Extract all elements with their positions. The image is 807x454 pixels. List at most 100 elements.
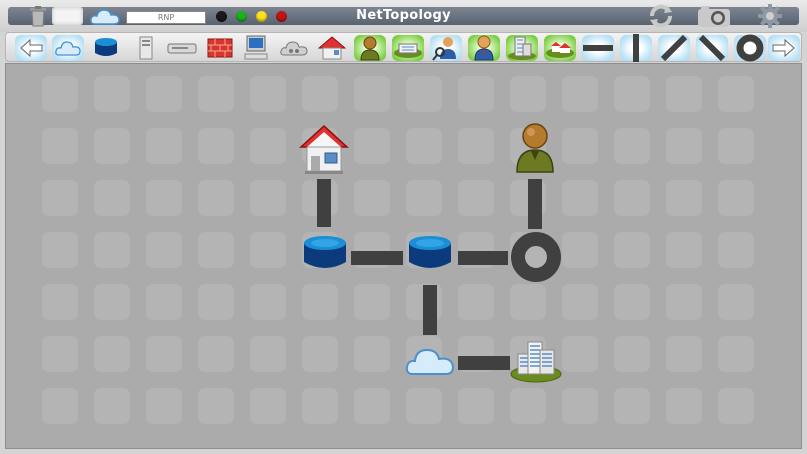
- tool-link-vertical[interactable]: [620, 34, 652, 62]
- grid-cell[interactable]: [458, 284, 494, 320]
- grid-cell[interactable]: [614, 128, 650, 164]
- link-database-ring[interactable]: [458, 251, 508, 265]
- grid-cell[interactable]: [614, 388, 650, 424]
- tool-village[interactable]: [544, 35, 576, 61]
- grid-cell[interactable]: [718, 284, 754, 320]
- grid-cell[interactable]: [666, 180, 702, 216]
- grid-cell[interactable]: [302, 388, 338, 424]
- tool-database[interactable]: [90, 35, 122, 61]
- grid-cell[interactable]: [354, 336, 390, 372]
- grid-cell[interactable]: [666, 232, 702, 268]
- grid-cell[interactable]: [666, 76, 702, 112]
- grid-cell[interactable]: [562, 388, 598, 424]
- grid-cell[interactable]: [406, 76, 442, 112]
- scroll-right-button[interactable]: [768, 35, 800, 61]
- tool-ring[interactable]: [734, 34, 766, 62]
- grid-cell[interactable]: [42, 232, 78, 268]
- grid-cell[interactable]: [510, 284, 546, 320]
- node-database-2[interactable]: [407, 234, 453, 276]
- grid-cell[interactable]: [250, 284, 286, 320]
- topology-canvas[interactable]: [5, 63, 802, 449]
- tool-cloud[interactable]: [52, 35, 84, 61]
- grid-cell[interactable]: [406, 128, 442, 164]
- tool-link-diagonal-down[interactable]: [696, 34, 728, 62]
- grid-cell[interactable]: [250, 336, 286, 372]
- grid-cell[interactable]: [458, 76, 494, 112]
- grid-cell[interactable]: [458, 180, 494, 216]
- grid-cell[interactable]: [198, 284, 234, 320]
- grid-cell[interactable]: [250, 388, 286, 424]
- camera-icon[interactable]: [697, 4, 731, 28]
- grid-cell[interactable]: [302, 76, 338, 112]
- grid-cell[interactable]: [42, 128, 78, 164]
- grid-cell[interactable]: [250, 180, 286, 216]
- grid-cell[interactable]: [666, 336, 702, 372]
- grid-cell[interactable]: [562, 284, 598, 320]
- link-database-cloud[interactable]: [423, 285, 437, 335]
- grid-cell[interactable]: [94, 232, 130, 268]
- tool-user-search[interactable]: [430, 35, 462, 61]
- grid-cell[interactable]: [198, 336, 234, 372]
- grid-cell[interactable]: [562, 180, 598, 216]
- grid-cell[interactable]: [302, 336, 338, 372]
- grid-cell[interactable]: [94, 128, 130, 164]
- tool-router[interactable]: [166, 35, 198, 61]
- tool-link-diagonal-up[interactable]: [658, 34, 690, 62]
- grid-cell[interactable]: [146, 284, 182, 320]
- grid-cell[interactable]: [146, 128, 182, 164]
- link-database-database[interactable]: [351, 251, 403, 265]
- tool-link-horizontal[interactable]: [582, 35, 614, 61]
- link-user-ring[interactable]: [528, 179, 542, 229]
- grid-cell[interactable]: [718, 180, 754, 216]
- grid-cell[interactable]: [250, 128, 286, 164]
- grid-cell[interactable]: [94, 388, 130, 424]
- grid-cell[interactable]: [354, 180, 390, 216]
- grid-cell[interactable]: [354, 284, 390, 320]
- grid-cell[interactable]: [94, 76, 130, 112]
- grid-cell[interactable]: [94, 180, 130, 216]
- grid-cell[interactable]: [406, 388, 442, 424]
- grid-cell[interactable]: [354, 388, 390, 424]
- node-office-building[interactable]: [510, 336, 562, 388]
- grid-cell[interactable]: [42, 388, 78, 424]
- grid-cell[interactable]: [354, 76, 390, 112]
- grid-cell[interactable]: [42, 76, 78, 112]
- grid-cell[interactable]: [718, 76, 754, 112]
- grid-cell[interactable]: [302, 284, 338, 320]
- grid-cell[interactable]: [94, 336, 130, 372]
- tool-building-green[interactable]: [392, 35, 424, 61]
- grid-cell[interactable]: [510, 76, 546, 112]
- tool-cloud-cluster[interactable]: [278, 35, 310, 61]
- node-house[interactable]: [299, 124, 349, 180]
- grid-cell[interactable]: [614, 284, 650, 320]
- grid-cell[interactable]: [42, 180, 78, 216]
- grid-cell[interactable]: [562, 232, 598, 268]
- grid-cell[interactable]: [198, 232, 234, 268]
- link-house-database[interactable]: [317, 179, 331, 227]
- grid-cell[interactable]: [198, 76, 234, 112]
- scroll-left-button[interactable]: [15, 35, 47, 61]
- tool-house[interactable]: [316, 35, 348, 61]
- link-cloud-building[interactable]: [458, 356, 510, 370]
- grid-cell[interactable]: [250, 232, 286, 268]
- grid-cell[interactable]: [146, 76, 182, 112]
- grid-cell[interactable]: [458, 128, 494, 164]
- grid-cell[interactable]: [146, 180, 182, 216]
- tool-firewall[interactable]: [204, 35, 236, 61]
- node-cloud[interactable]: [404, 342, 456, 382]
- grid-cell[interactable]: [250, 76, 286, 112]
- tool-user[interactable]: [354, 35, 386, 61]
- grid-cell[interactable]: [666, 128, 702, 164]
- grid-cell[interactable]: [614, 180, 650, 216]
- grid-cell[interactable]: [718, 388, 754, 424]
- grid-cell[interactable]: [614, 232, 650, 268]
- node-ring[interactable]: [509, 230, 563, 288]
- grid-cell[interactable]: [198, 128, 234, 164]
- grid-cell[interactable]: [666, 388, 702, 424]
- tool-workstation[interactable]: [240, 35, 272, 61]
- tool-user-admin[interactable]: [468, 35, 500, 61]
- refresh-icon[interactable]: [646, 4, 676, 28]
- grid-cell[interactable]: [94, 284, 130, 320]
- grid-cell[interactable]: [198, 388, 234, 424]
- tool-office-tower[interactable]: [506, 35, 538, 61]
